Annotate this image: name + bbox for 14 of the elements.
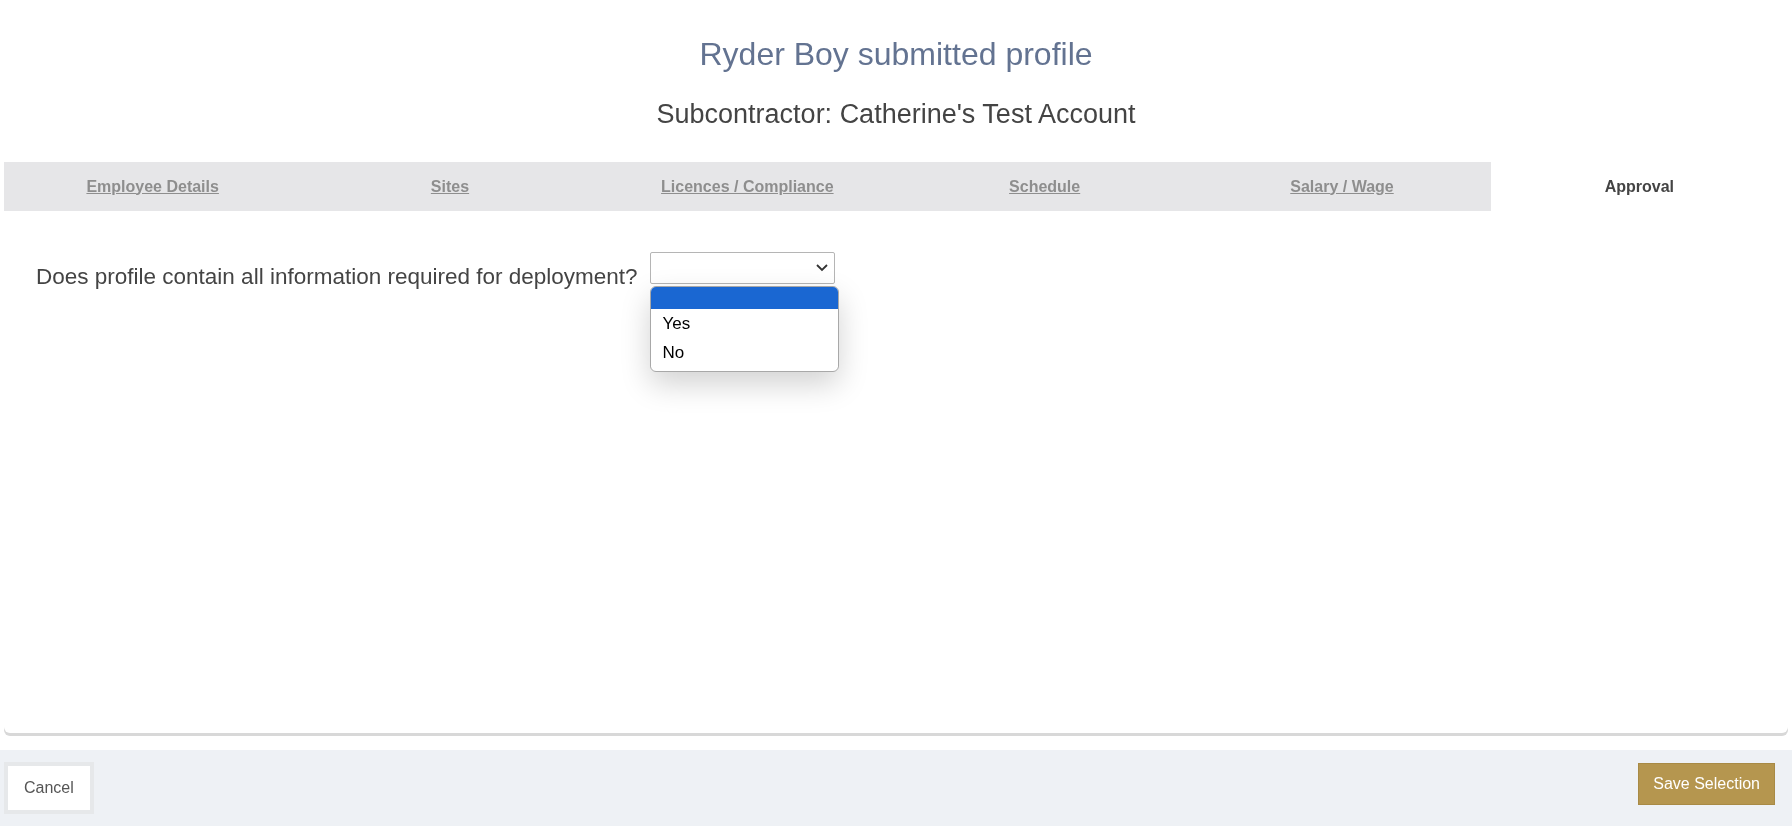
dropdown-option[interactable]: Yes: [650, 309, 838, 338]
tab[interactable]: Salary / Wage: [1193, 162, 1491, 211]
dropdown-option[interactable]: No: [650, 338, 838, 367]
cancel-button[interactable]: Cancel: [4, 762, 94, 814]
page-title: Ryder Boy submitted profile: [698, 36, 1094, 73]
select-field[interactable]: [649, 252, 835, 284]
save-selection-button[interactable]: Save Selection: [1638, 763, 1775, 805]
tab[interactable]: Sites: [301, 162, 599, 211]
tab[interactable]: Licences / Compliance: [598, 162, 896, 211]
question-label: Does profile contain all information required for deployment?: [36, 264, 638, 290]
tab[interactable]: Employee Details: [4, 162, 302, 211]
tab[interactable]: Schedule: [896, 162, 1194, 211]
page-subtitle: Subcontractor: Catherine's Test Account: [655, 99, 1137, 130]
chevron-down-icon: [815, 264, 828, 272]
